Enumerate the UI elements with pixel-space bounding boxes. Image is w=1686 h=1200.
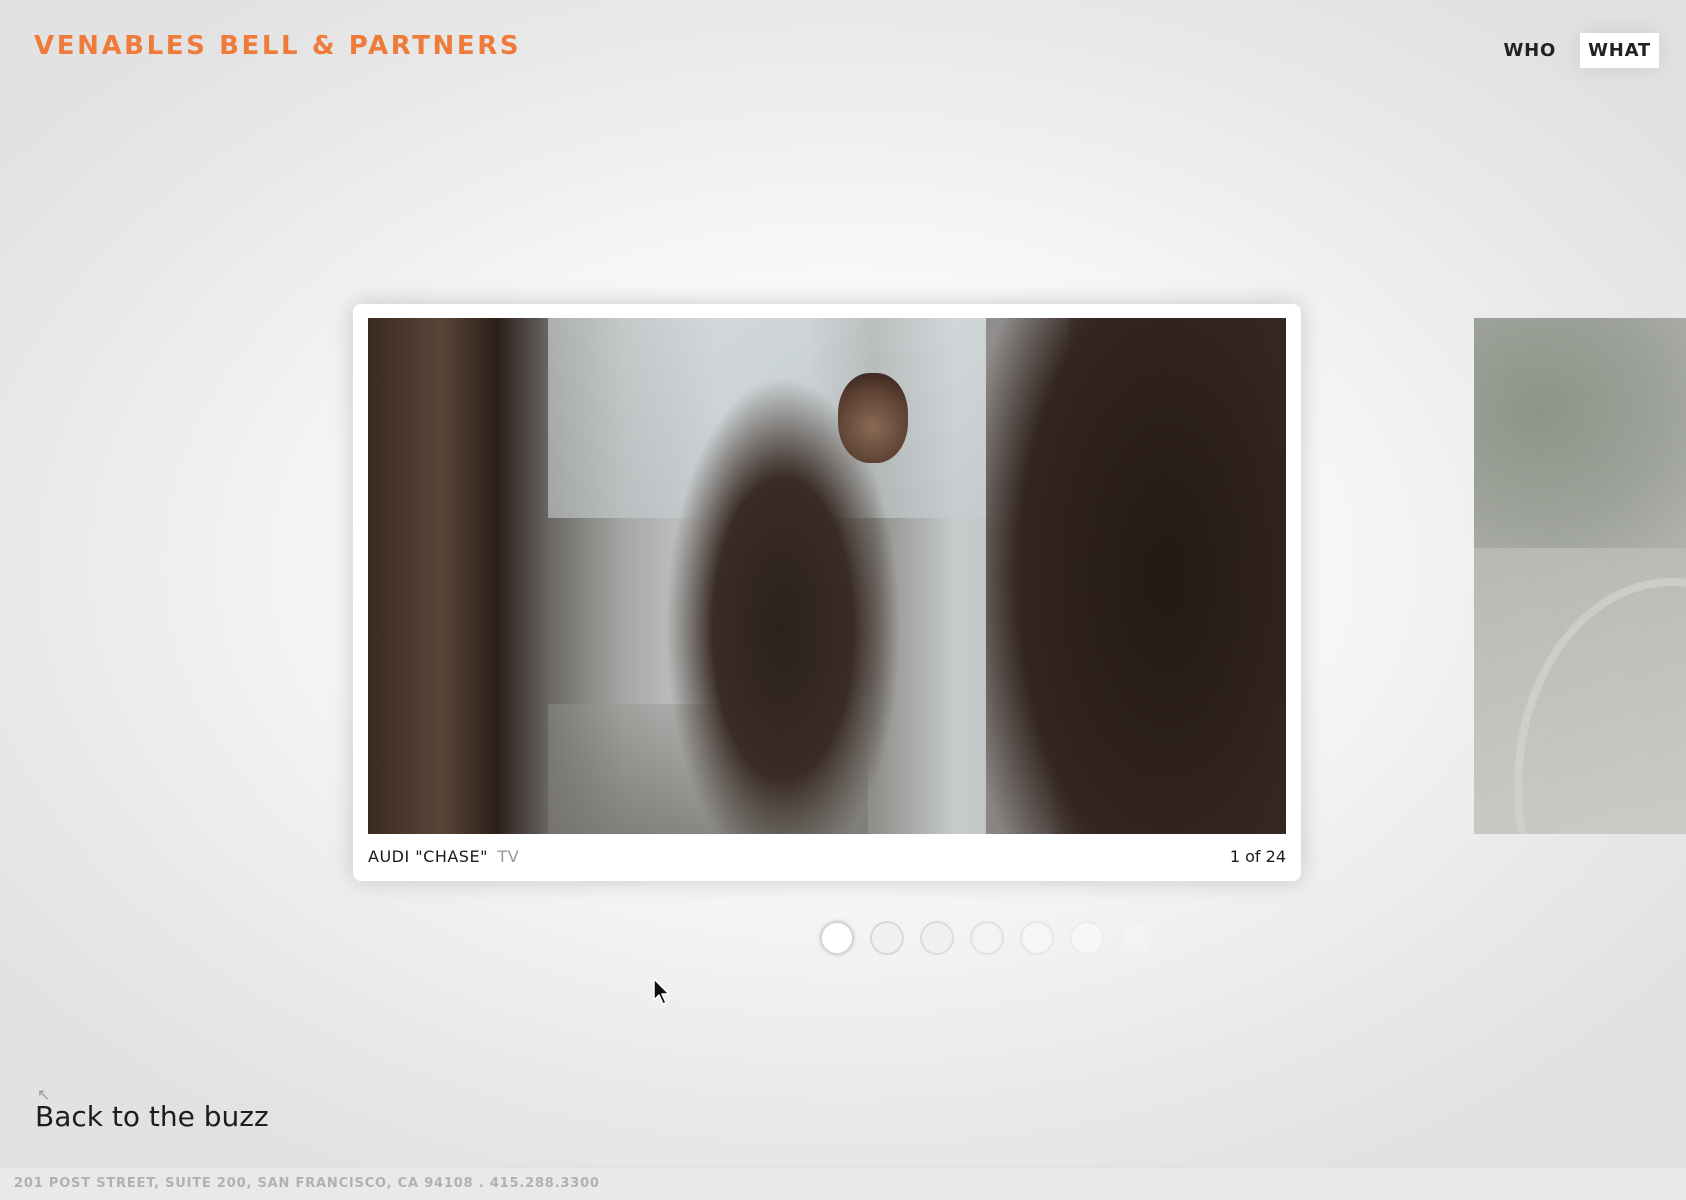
slide-caption: AUDI "CHASE" TV — [368, 847, 519, 866]
footer-address: 201 POST STREET, SUITE 200, SAN FRANCISC… — [14, 1176, 600, 1191]
preview-road — [1514, 578, 1686, 834]
video-frame-head — [838, 373, 908, 463]
work-card: AUDI "CHASE" TV 1 of 24 — [353, 304, 1301, 881]
next-slide-preview[interactable] — [1474, 318, 1686, 834]
slide-title: "CHASE" — [415, 847, 488, 866]
mouse-cursor-icon — [653, 978, 670, 1005]
back-link-label: Back to the buzz — [35, 1100, 269, 1133]
pagination-dot-7[interactable] — [1120, 921, 1154, 955]
pagination-dot-3[interactable] — [920, 921, 954, 955]
pagination-dot-2[interactable] — [870, 921, 904, 955]
video-frame-foreground-figure — [986, 318, 1286, 834]
pagination-dot-6[interactable] — [1070, 921, 1104, 955]
footer: 201 POST STREET, SUITE 200, SAN FRANCISC… — [0, 1167, 1686, 1200]
pagination-dot-1[interactable] — [820, 921, 854, 955]
nav-what[interactable]: WHAT — [1580, 33, 1659, 68]
agency-logo[interactable]: VENABLES BELL & PARTNERS — [34, 31, 521, 61]
slide-client: AUDI — [368, 847, 410, 866]
slide-counter: 1 of 24 — [1229, 847, 1286, 866]
slide-type: TV — [497, 847, 520, 866]
nav-who[interactable]: WHO — [1495, 33, 1564, 68]
video-thumbnail[interactable] — [368, 318, 1286, 834]
pagination-dot-4[interactable] — [970, 921, 1004, 955]
main-nav: WHO WHAT — [1495, 33, 1659, 68]
slide-pagination — [820, 921, 1154, 955]
preview-foliage — [1474, 318, 1686, 548]
pagination-dot-5[interactable] — [1020, 921, 1054, 955]
